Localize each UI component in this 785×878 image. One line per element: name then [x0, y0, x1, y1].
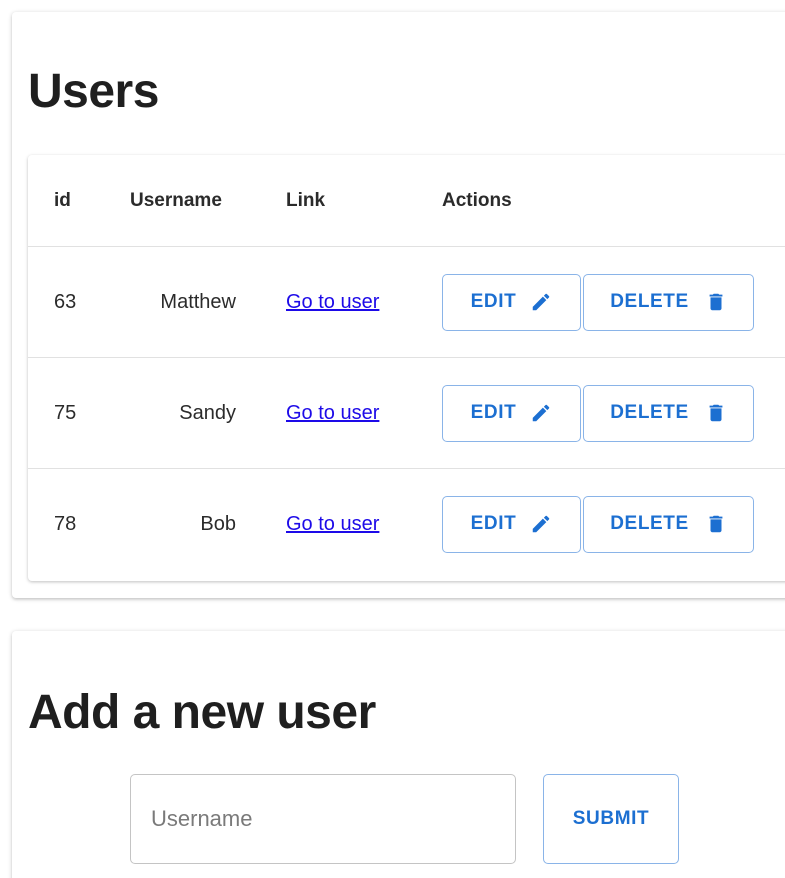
pencil-icon — [533, 515, 550, 533]
delete-button[interactable]: DELETE — [583, 384, 754, 442]
column-header-username: Username — [130, 189, 222, 211]
delete-button[interactable]: DELETE — [583, 495, 754, 553]
edit-button-label: EDIT — [470, 402, 517, 423]
edit-button[interactable]: EDIT — [442, 273, 581, 331]
go-to-user-link[interactable]: Go to user — [286, 402, 379, 424]
user-username: Bob — [130, 468, 286, 579]
table-header-row: id Username Link Actions — [28, 155, 785, 247]
trash-icon — [709, 293, 723, 311]
go-to-user-link[interactable]: Go to user — [286, 513, 379, 535]
users-title: Users — [28, 65, 159, 118]
delete-button-label: DELETE — [610, 402, 689, 423]
username-input[interactable] — [130, 774, 516, 864]
delete-button[interactable]: DELETE — [583, 273, 754, 331]
add-user-form: SUBMIT — [130, 774, 679, 864]
row-actions: EDIT DELETE — [442, 495, 785, 553]
users-card: Users id Username Link Actions 63 Matthe… — [12, 12, 785, 598]
edit-button-label: EDIT — [470, 291, 517, 312]
trash-icon — [709, 515, 723, 533]
users-table-container: id Username Link Actions 63 Matthew Go t… — [28, 155, 785, 581]
page: Users id Username Link Actions 63 Matthe… — [0, 0, 785, 878]
row-actions: EDIT DELETE — [442, 273, 785, 331]
actions-cell: EDIT DELETE — [442, 468, 785, 579]
column-header-link: Link — [286, 189, 326, 211]
trash-icon — [709, 404, 723, 422]
table-row: 63 Matthew Go to user EDIT DELETE — [28, 246, 785, 358]
add-user-card: Add a new user SUBMIT — [12, 631, 785, 878]
edit-button-label: EDIT — [470, 513, 517, 534]
user-link-cell: Go to user — [286, 468, 442, 579]
row-actions: EDIT DELETE — [442, 384, 785, 442]
actions-cell: EDIT DELETE — [442, 357, 785, 469]
submit-button[interactable]: SUBMIT — [543, 774, 679, 864]
users-table: id Username Link Actions 63 Matthew Go t… — [28, 155, 785, 579]
edit-button[interactable]: EDIT — [442, 384, 581, 442]
go-to-user-link[interactable]: Go to user — [286, 291, 379, 313]
user-link-cell: Go to user — [286, 357, 442, 469]
user-username: Matthew — [130, 246, 286, 358]
column-header-actions: Actions — [442, 189, 512, 211]
table-row: 75 Sandy Go to user EDIT DELETE — [28, 357, 785, 469]
table-row: 78 Bob Go to user EDIT DELETE — [28, 468, 785, 579]
delete-button-label: DELETE — [610, 513, 689, 534]
pencil-icon — [533, 404, 550, 422]
user-username: Sandy — [130, 357, 286, 469]
edit-button[interactable]: EDIT — [442, 495, 581, 553]
pencil-icon — [533, 293, 550, 311]
user-id: 63 — [28, 246, 130, 358]
delete-button-label: DELETE — [610, 291, 689, 312]
column-header-id: id — [54, 189, 71, 211]
add-user-title: Add a new user — [28, 686, 376, 739]
actions-cell: EDIT DELETE — [442, 246, 785, 358]
user-link-cell: Go to user — [286, 246, 442, 358]
user-id: 78 — [28, 468, 130, 579]
user-id: 75 — [28, 357, 130, 469]
